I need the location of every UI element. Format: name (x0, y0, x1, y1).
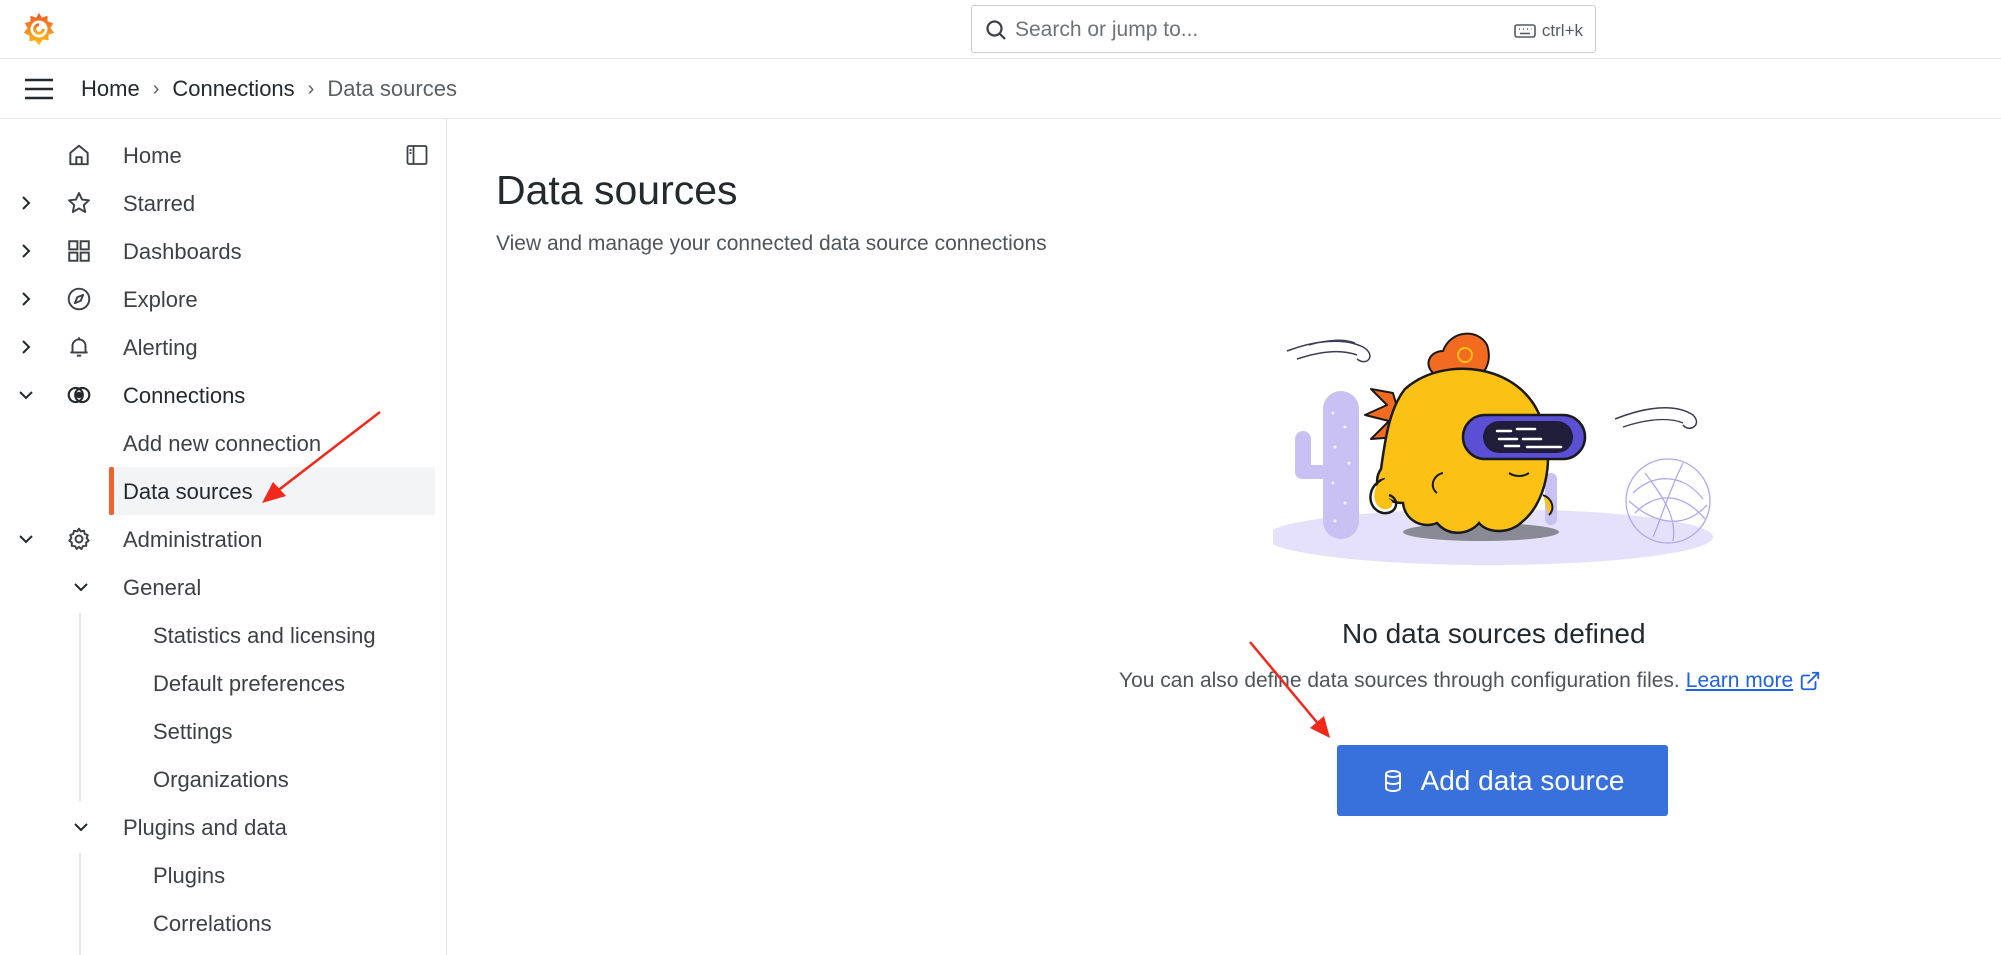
external-link-icon[interactable] (1799, 670, 1821, 692)
dashboard-grid-icon (68, 240, 90, 262)
chevron-right-icon: › (307, 77, 315, 100)
empty-state-text: You can also define data sources through… (1119, 669, 1821, 693)
sidebar-item-dashboards[interactable]: Dashboards (0, 228, 447, 274)
empty-state-title: No data sources defined (1342, 618, 1646, 649)
chevron-right-icon[interactable] (16, 241, 36, 261)
breadcrumb-bar: Home › Connections › Data sources (0, 59, 2001, 119)
main-content: Data sources View and manage your connec… (448, 119, 2001, 955)
menu-icon[interactable] (24, 77, 54, 101)
sidebar-item-home[interactable]: Home (0, 132, 447, 178)
sidebar-item-general[interactable]: General (0, 564, 447, 610)
search-input[interactable]: Search or jump to... ctrl+k (971, 5, 1596, 53)
search-shortcut: ctrl+k (1541, 21, 1583, 40)
chevron-right-icon[interactable] (16, 289, 36, 309)
sidebar-item-data-sources[interactable]: Data sources (0, 468, 447, 514)
gear-icon (68, 527, 90, 550)
breadcrumb: Home › Connections › Data sources (81, 76, 457, 102)
search-placeholder: Search or jump to... (1015, 18, 1199, 41)
sidebar-item-explore[interactable]: Explore (0, 276, 447, 322)
sidebar-item-statistics-and-licensing[interactable]: Statistics and licensing (0, 612, 447, 658)
page-subtitle: View and manage your connected data sour… (496, 232, 1047, 255)
empty-state-illustration (1273, 332, 1713, 565)
chevron-right-icon: › (152, 77, 160, 100)
sidebar-item-connections[interactable]: Connections (0, 372, 447, 418)
chevron-right-icon[interactable] (16, 193, 36, 213)
add-data-source-button[interactable]: Add data source (1337, 745, 1668, 816)
breadcrumb-home[interactable]: Home (81, 76, 140, 102)
sidebar-item-settings[interactable]: Settings (0, 708, 447, 754)
sidebar-item-administration[interactable]: Administration (0, 516, 447, 562)
chevron-right-icon[interactable] (16, 337, 36, 357)
breadcrumb-data-sources: Data sources (327, 76, 457, 101)
bell-icon (70, 337, 88, 357)
grafana-logo-icon[interactable] (20, 10, 58, 48)
sidebar-item-plugins-and-data[interactable]: Plugins and data (0, 804, 447, 850)
database-icon (1384, 769, 1401, 792)
compass-icon (67, 287, 91, 311)
chevron-down-icon[interactable] (71, 577, 91, 597)
sidebar-item-alerting[interactable]: Alerting (0, 324, 447, 370)
sidebar-item-plugins[interactable]: Plugins (0, 852, 447, 898)
home-icon (69, 144, 89, 166)
sidebar-item-correlations[interactable]: Correlations (0, 900, 447, 946)
sidebar-item-starred[interactable]: Starred (0, 180, 447, 226)
top-bar: Search or jump to... ctrl+k (0, 0, 2001, 59)
chevron-down-icon[interactable] (16, 385, 36, 405)
sidebar-item-organizations[interactable]: Organizations (0, 756, 447, 802)
page-title: Data sources (496, 167, 738, 213)
chevron-down-icon[interactable] (16, 529, 36, 549)
learn-more-link[interactable]: Learn more (1686, 669, 1793, 693)
keyboard-icon (1514, 24, 1536, 38)
breadcrumb-connections[interactable]: Connections (172, 76, 294, 102)
connections-icon (67, 386, 91, 404)
sidebar-item-default-preferences[interactable]: Default preferences (0, 660, 447, 706)
search-icon (986, 20, 1006, 40)
sidebar-item-add-new-connection[interactable]: Add new connection (0, 420, 447, 466)
sidebar: Home Starred Dashboards Explore Alerting (0, 119, 447, 955)
chevron-down-icon[interactable] (71, 817, 91, 837)
star-icon (68, 192, 90, 213)
